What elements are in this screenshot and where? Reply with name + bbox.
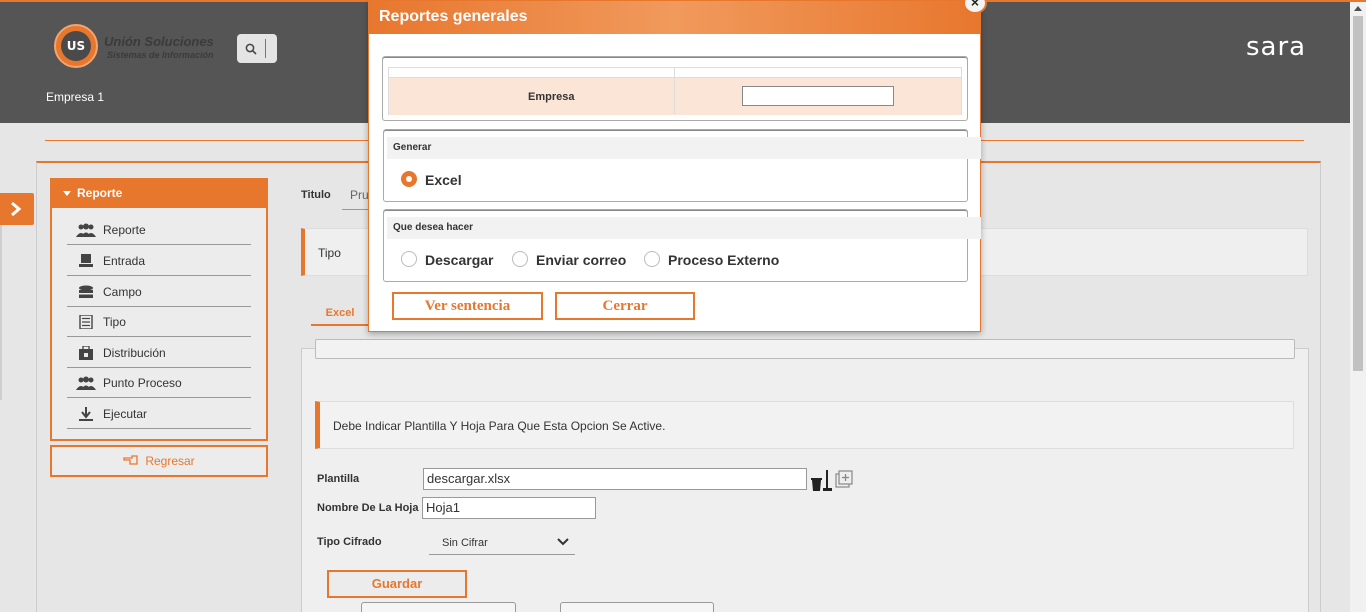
- brand-logo: sara: [1246, 32, 1307, 62]
- download-icon: [79, 407, 93, 421]
- menu-title: Reporte: [77, 186, 123, 200]
- bottom-select-1[interactable]: [361, 602, 516, 612]
- tipo-label: Tipo: [318, 246, 341, 260]
- content-toolbar: [315, 339, 1295, 359]
- logo-title: Unión Soluciones: [104, 34, 214, 49]
- cerrar-button[interactable]: Cerrar: [555, 292, 695, 320]
- search-separator: [265, 39, 266, 58]
- dialog-title: Reportes generales: [379, 8, 528, 25]
- menu-header[interactable]: Reporte: [52, 180, 266, 208]
- menu-item-label: Tipo: [103, 315, 126, 329]
- company-name: Empresa 1: [46, 90, 105, 104]
- empresa-table-header: [389, 68, 961, 78]
- back-button[interactable]: Regresar: [50, 445, 268, 477]
- menu-item-distribucion[interactable]: Distribución: [67, 338, 251, 368]
- tab-excel[interactable]: Excel: [311, 302, 369, 326]
- radio-enviar-correo-label[interactable]: Enviar correo: [536, 252, 626, 268]
- list-icon: [79, 315, 93, 329]
- report-menu: Reporte Reporte Entrada Campo Tipo Distr…: [50, 178, 268, 441]
- menu-item-ejecutar[interactable]: Ejecutar: [67, 399, 251, 429]
- logo-subtitle: Sistemas de Información: [107, 50, 214, 60]
- menu-item-label: Reporte: [103, 223, 146, 237]
- search-button[interactable]: [237, 34, 277, 63]
- stack-icon: [79, 285, 93, 298]
- menu-item-entrada[interactable]: Entrada: [67, 246, 251, 276]
- users-icon: [76, 376, 96, 390]
- upload-template-icon[interactable]: [835, 470, 853, 488]
- plantilla-label: Plantilla: [317, 473, 360, 485]
- chevron-down-icon: [557, 538, 569, 546]
- radio-enviar-correo[interactable]: [512, 251, 528, 267]
- clear-template-icon[interactable]: [810, 470, 834, 492]
- plantilla-input[interactable]: descargar.xlsx: [423, 468, 807, 490]
- radio-excel[interactable]: [401, 171, 417, 187]
- users-icon: [76, 223, 96, 237]
- info-note-text: Debe Indicar Plantilla Y Hoja Para Que E…: [333, 419, 666, 433]
- dialog-header[interactable]: Reportes generales: [369, 1, 980, 34]
- cifrado-select-value: Sin Cifrar: [442, 537, 488, 549]
- empresa-input[interactable]: [742, 86, 894, 106]
- titulo-label: Titulo: [301, 189, 331, 201]
- menu-item-label: Punto Proceso: [103, 376, 182, 390]
- sidebar-edge: [0, 225, 2, 400]
- menu-item-label: Campo: [103, 285, 142, 299]
- cifrado-label: Tipo Cifrado: [317, 536, 382, 548]
- chevron-right-icon: [11, 201, 22, 217]
- bottom-select-2[interactable]: [560, 602, 714, 612]
- menu-item-campo[interactable]: Campo: [67, 277, 251, 307]
- generar-fieldset: Generar: [383, 129, 981, 202]
- sidebar-toggle-button[interactable]: [0, 193, 34, 225]
- table-divider: [674, 68, 675, 114]
- ver-sentencia-button[interactable]: Ver sentencia: [392, 292, 543, 320]
- scroll-thumb[interactable]: [1353, 16, 1363, 371]
- info-note: Debe Indicar Plantilla Y Hoja Para Que E…: [315, 401, 1294, 449]
- menu-item-tipo[interactable]: Tipo: [67, 307, 251, 337]
- accion-legend: Que desea hacer: [387, 217, 981, 239]
- generar-legend: Generar: [387, 137, 981, 159]
- monitor-icon: [79, 254, 93, 267]
- hoja-input[interactable]: Hoja1: [422, 497, 596, 519]
- reportes-dialog: Reportes generales Empresa Generar Excel…: [368, 0, 981, 332]
- cifrado-select[interactable]: Sin Cifrar: [429, 530, 575, 555]
- radio-proceso-externo[interactable]: [644, 251, 660, 267]
- menu-item-label: Ejecutar: [103, 407, 148, 421]
- empresa-label: Empresa: [528, 91, 575, 103]
- hoja-label: Nombre De La Hoja: [317, 502, 419, 514]
- scroll-up-arrow[interactable]: [1354, 6, 1362, 11]
- menu-item-punto-proceso[interactable]: Punto Proceso: [67, 368, 251, 398]
- menu-item-reporte[interactable]: Reporte: [67, 215, 251, 245]
- search-icon: [245, 43, 257, 55]
- accion-fieldset: Que desea hacer: [383, 209, 981, 282]
- page-scrollbar[interactable]: [1350, 2, 1366, 612]
- save-button[interactable]: Guardar: [327, 570, 467, 598]
- menu-item-label: Entrada: [103, 254, 146, 268]
- caret-down-icon: [63, 191, 71, 196]
- radio-descargar-label[interactable]: Descargar: [425, 252, 494, 268]
- union-logo[interactable]: US: [54, 24, 98, 68]
- logo-mark: US: [61, 31, 91, 61]
- radio-descargar[interactable]: [401, 251, 417, 267]
- radio-excel-label[interactable]: Excel: [425, 172, 462, 188]
- menu-item-label: Distribución: [103, 346, 166, 360]
- radio-proceso-externo-label[interactable]: Proceso Externo: [668, 252, 779, 268]
- hand-point-left-icon: [123, 455, 138, 465]
- distribution-icon: [79, 346, 93, 360]
- back-button-label: Regresar: [145, 454, 195, 468]
